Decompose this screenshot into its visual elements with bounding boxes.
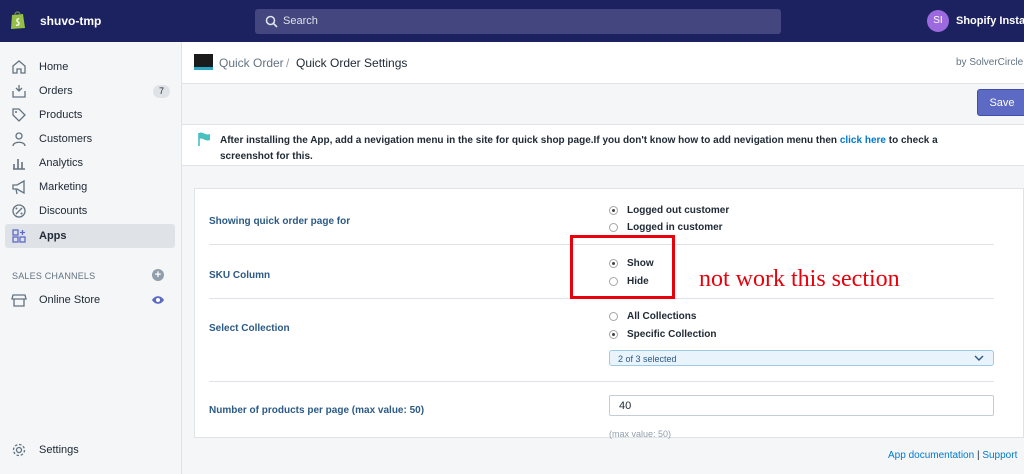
sidebar-item-label: Apps [39, 230, 67, 242]
radio-button[interactable] [609, 223, 618, 232]
megaphone-icon [12, 179, 25, 195]
apps-icon [12, 229, 26, 243]
home-icon [12, 60, 26, 74]
sidebar-item-online-store[interactable]: Online Store [5, 288, 175, 312]
divider [209, 381, 994, 382]
sidebar-item-settings[interactable]: Settings [5, 438, 175, 462]
tag-icon [12, 108, 26, 122]
radio-button[interactable] [609, 330, 618, 339]
search-icon [265, 15, 278, 28]
discount-icon [12, 204, 26, 218]
gear-icon [12, 443, 26, 457]
per-page-label: Number of products per page (max value: … [209, 405, 425, 416]
install-notice: After installing the App, add a nevigati… [182, 124, 1024, 166]
page-title: Quick Order Settings [296, 56, 408, 70]
radio-label: Logged out customer [627, 205, 730, 216]
annotation-highlight-box [570, 235, 675, 299]
sidebar-item-label: Customers [39, 133, 93, 145]
annotation-text: not work this section [699, 266, 900, 292]
sidebar-item-analytics[interactable]: Analytics [5, 151, 175, 175]
sidebar-item-products[interactable]: Products [5, 103, 175, 127]
notice-text-before: After installing the App, add a nevigati… [220, 135, 840, 146]
breadcrumb-parent[interactable]: Quick Order [219, 56, 284, 70]
search-bar[interactable]: Search [255, 9, 781, 34]
sidebar-item-label: Settings [39, 444, 79, 456]
multiselect-value: 2 of 3 selected [618, 354, 677, 364]
breadcrumb-separator: / [286, 56, 290, 70]
app-logo [194, 54, 213, 70]
search-placeholder: Search [283, 15, 318, 27]
sidebar: Home Orders 7 Products Customers Analyti… [0, 42, 182, 474]
page-header: Quick Order / Quick Order Settings by So… [182, 42, 1024, 84]
flag-icon [198, 132, 210, 146]
radio-button[interactable] [609, 312, 618, 321]
save-button[interactable]: Save [977, 89, 1024, 116]
radio-button[interactable] [609, 206, 618, 215]
app-documentation-link[interactable]: App documentation [888, 450, 974, 461]
sidebar-item-label: Products [39, 109, 83, 121]
sidebar-item-label: Online Store [39, 294, 101, 306]
sidebar-item-label: Home [39, 61, 69, 73]
per-page-input[interactable] [609, 395, 994, 416]
sidebar-item-orders[interactable]: Orders 7 [5, 79, 175, 103]
user-name[interactable]: Shopify Install [956, 15, 1024, 27]
sidebar-item-home[interactable]: Home [5, 55, 175, 79]
shop-name[interactable]: shuvo-tmp [40, 14, 101, 28]
add-channel-icon[interactable]: + [152, 269, 164, 281]
sku-label: SKU Column [209, 270, 271, 281]
analytics-icon [13, 159, 25, 170]
collection-label: Select Collection [209, 323, 290, 334]
eye-icon[interactable] [151, 293, 165, 307]
store-icon [11, 294, 27, 307]
sidebar-item-apps[interactable]: Apps [5, 224, 175, 248]
chevron-down-icon [974, 355, 984, 361]
sidebar-item-label: Discounts [39, 205, 88, 217]
orders-count-badge: 7 [153, 85, 170, 98]
radio-label: Specific Collection [627, 329, 717, 340]
click-here-link[interactable]: click here [840, 135, 886, 146]
sidebar-item-label: Marketing [39, 181, 88, 193]
footer-links: App documentation | Support [888, 450, 1017, 461]
orders-icon [12, 85, 26, 98]
sidebar-item-marketing[interactable]: Marketing [5, 175, 175, 199]
sidebar-item-label: Analytics [39, 157, 84, 169]
customers-icon [12, 132, 26, 147]
support-link[interactable]: Support [982, 450, 1017, 461]
shopify-bag-icon[interactable] [10, 10, 26, 30]
collection-multiselect[interactable]: 2 of 3 selected [609, 350, 994, 366]
sales-channels-heading: SALES CHANNELS [12, 271, 96, 281]
settings-panel: Showing quick order page for Logged out … [194, 188, 1024, 439]
notice-text: After installing the App, add a nevigati… [220, 133, 990, 165]
radio-label: All Collections [627, 311, 697, 322]
top-bar: shuvo-tmp Search SI Shopify Install [0, 0, 1024, 42]
app-author: by SolverCircle [956, 57, 1024, 68]
sidebar-item-customers[interactable]: Customers [5, 127, 175, 151]
per-page-help: (max value: 50) [609, 429, 672, 439]
showing-label: Showing quick order page for [209, 216, 351, 227]
sidebar-item-discounts[interactable]: Discounts [5, 199, 175, 223]
sidebar-item-label: Orders [39, 85, 73, 97]
avatar[interactable]: SI [927, 10, 949, 32]
radio-label: Logged in customer [627, 222, 723, 233]
